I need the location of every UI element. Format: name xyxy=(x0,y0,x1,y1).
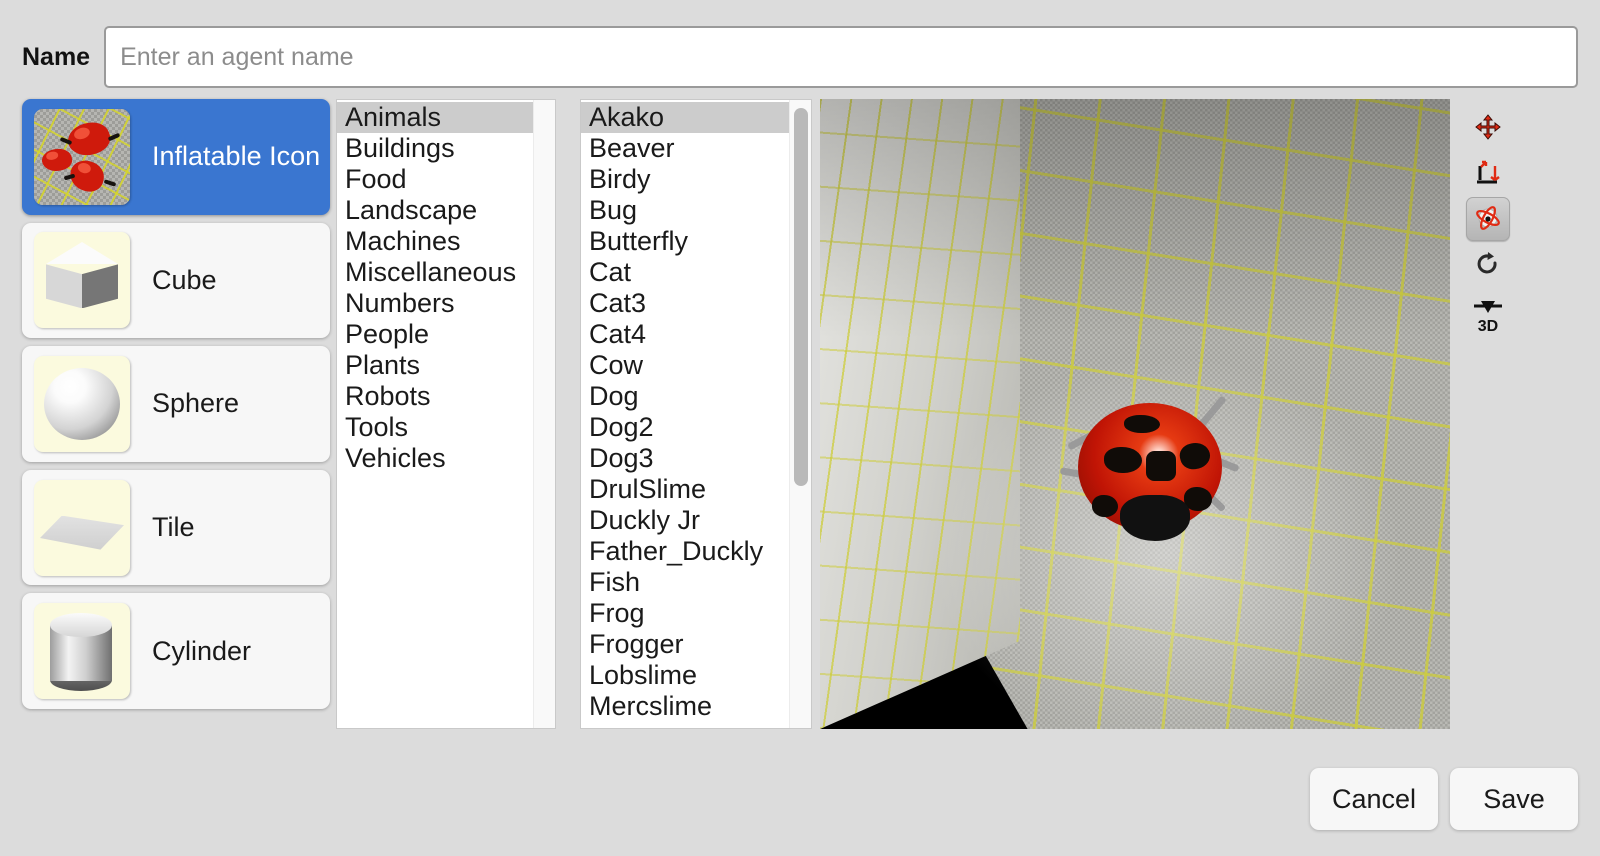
reset-circular-arrow-icon xyxy=(1477,252,1497,274)
shape-label: Tile xyxy=(152,512,195,543)
shape-card-inflatable-icon[interactable]: Inflatable Icon xyxy=(22,99,330,215)
category-list-panel: Animals Buildings Food Landscape Machines Mis… xyxy=(336,99,556,729)
model-preview-viewport[interactable] xyxy=(820,99,1450,729)
model-list-item[interactable]: Butterfly xyxy=(581,226,789,257)
inflatable-icon-thumbnail xyxy=(34,108,130,205)
scale-icon xyxy=(1477,160,1500,184)
shape-label: Cylinder xyxy=(152,635,252,666)
name-row: Name xyxy=(22,26,1578,88)
category-list[interactable]: Animals Buildings Food Landscape Machines Mis… xyxy=(337,100,533,728)
model-list-item[interactable]: Mercslime xyxy=(581,691,789,722)
model-list-item[interactable]: Bug xyxy=(581,195,789,226)
scale-tool-button[interactable] xyxy=(1466,151,1510,195)
agent-editor-dialog: Name Inflatable Icon Cube xyxy=(0,0,1600,856)
category-list-scrollbar[interactable] xyxy=(533,100,555,728)
shape-type-list: Inflatable Icon Cube Sphere Tile Cylinde… xyxy=(22,99,330,709)
model-list-item[interactable]: Birdy xyxy=(581,164,789,195)
model-list-item[interactable]: DrulSlime xyxy=(581,474,789,505)
view-3d-icon: 3D xyxy=(1474,301,1502,335)
svg-text:3D: 3D xyxy=(1478,318,1498,335)
cylinder-thumbnail xyxy=(34,603,130,700)
cancel-button[interactable]: Cancel xyxy=(1309,768,1438,830)
category-list-item[interactable]: Robots xyxy=(337,381,533,412)
view-3d-tool-button[interactable]: 3D xyxy=(1466,289,1510,341)
category-list-item[interactable]: Miscellaneous xyxy=(337,257,533,288)
save-button[interactable]: Save xyxy=(1450,768,1578,830)
sphere-thumbnail xyxy=(34,355,130,452)
category-list-item[interactable]: People xyxy=(337,319,533,350)
model-list-item[interactable]: Cat3 xyxy=(581,288,789,319)
name-label: Name xyxy=(22,42,91,71)
model-list-item[interactable]: Dog xyxy=(581,381,789,412)
transform-tool-rail: 3D xyxy=(1458,105,1518,343)
item-list[interactable]: Akako Beaver Birdy Bug Butterfly Cat Cat3 Cat4 C… xyxy=(581,100,789,728)
shape-label: Inflatable Icon xyxy=(152,141,321,172)
model-list-item[interactable]: Cat xyxy=(581,257,789,288)
model-list-item[interactable]: Dog3 xyxy=(581,443,789,474)
item-list-scrollbar-thumb[interactable] xyxy=(794,108,808,486)
model-list-item[interactable]: Beaver xyxy=(581,133,789,164)
shape-card-tile[interactable]: Tile xyxy=(22,469,330,586)
shape-label: Sphere xyxy=(152,388,240,419)
model-list-item[interactable]: Dog2 xyxy=(581,412,789,443)
item-list-scrollbar[interactable] xyxy=(789,100,811,728)
reset-tool-button[interactable] xyxy=(1466,243,1510,287)
category-list-item[interactable]: Numbers xyxy=(337,288,533,319)
dialog-footer: Cancel Save xyxy=(0,768,1578,830)
category-list-item[interactable]: Buildings xyxy=(337,133,533,164)
category-list-item[interactable]: Machines xyxy=(337,226,533,257)
model-list-item[interactable]: Frog xyxy=(581,598,789,629)
model-list-item[interactable]: Cat4 xyxy=(581,319,789,350)
shape-card-cylinder[interactable]: Cylinder xyxy=(22,593,330,709)
shape-card-sphere[interactable]: Sphere xyxy=(22,346,330,462)
ladybug-model xyxy=(1059,395,1240,549)
model-list-item[interactable]: Cow xyxy=(581,350,789,381)
category-list-item[interactable]: Tools xyxy=(337,412,533,443)
category-list-item[interactable]: Animals xyxy=(337,102,533,133)
move-tool-button[interactable] xyxy=(1466,105,1510,149)
shape-card-cube[interactable]: Cube xyxy=(22,222,330,339)
category-list-item[interactable]: Plants xyxy=(337,350,533,381)
model-list-item[interactable]: Fish xyxy=(581,567,789,598)
shape-label: Cube xyxy=(152,264,217,295)
model-list-item[interactable]: Frogger xyxy=(581,629,789,660)
category-list-item[interactable]: Landscape xyxy=(337,195,533,226)
category-list-item[interactable]: Food xyxy=(337,164,533,195)
rotate-icon xyxy=(1476,206,1500,230)
model-list-item[interactable]: Father_Duckly xyxy=(581,536,789,567)
tile-thumbnail xyxy=(34,479,130,576)
move-icon xyxy=(1475,114,1501,140)
model-list-item[interactable]: Duckly Jr xyxy=(581,505,789,536)
category-list-item[interactable]: Vehicles xyxy=(337,443,533,474)
model-list-item[interactable]: Akako xyxy=(581,102,789,133)
rotate-tool-button[interactable] xyxy=(1466,197,1510,241)
agent-name-input[interactable] xyxy=(104,26,1578,88)
model-list-item[interactable]: Lobslime xyxy=(581,660,789,691)
cube-thumbnail xyxy=(34,232,130,329)
item-list-panel: Akako Beaver Birdy Bug Butterfly Cat Cat3 Cat4 C… xyxy=(580,99,812,729)
